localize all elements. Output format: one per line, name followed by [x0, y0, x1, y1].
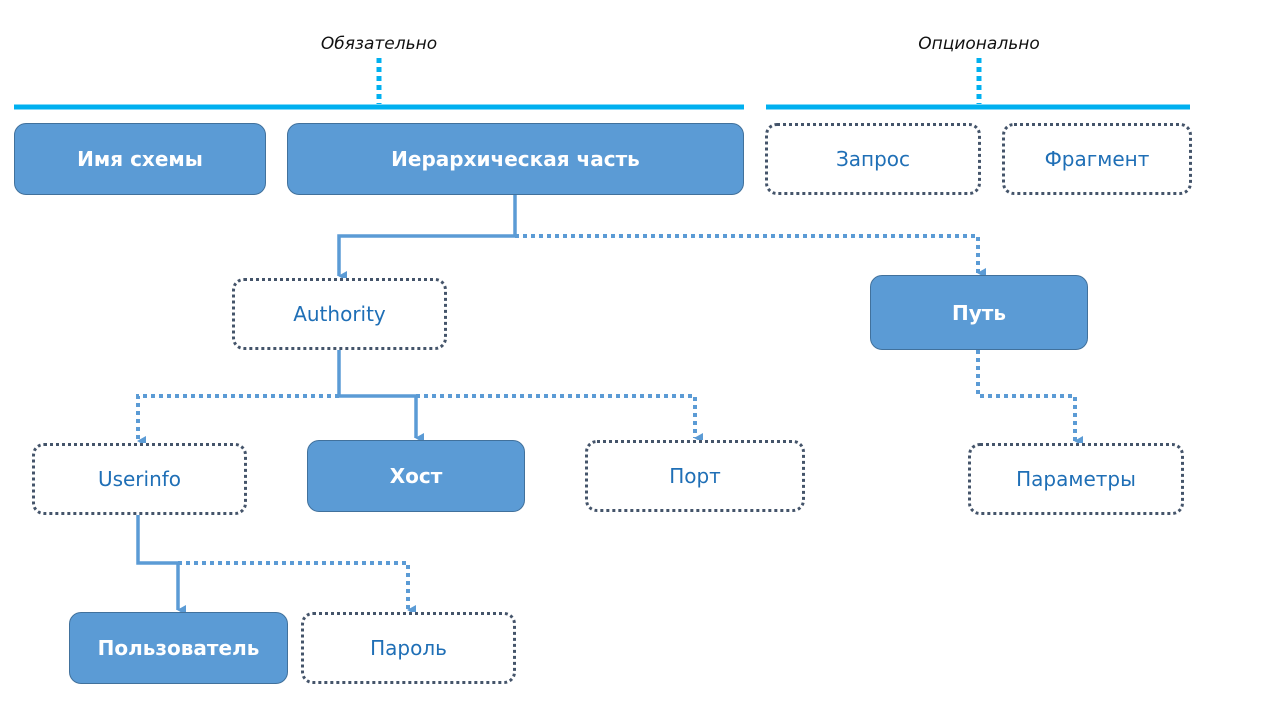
node-label: Порт — [669, 464, 721, 488]
node-label: Иерархическая часть — [391, 147, 640, 171]
node-label: Фрагмент — [1044, 147, 1150, 171]
optional-group-label: Опционально — [918, 34, 1040, 54]
node-password: Пароль — [301, 612, 516, 684]
node-fragment: Фрагмент — [1002, 123, 1192, 195]
node-scheme-name: Имя схемы — [14, 123, 266, 195]
node-parameters: Параметры — [968, 443, 1184, 515]
required-group-label: Обязательно — [320, 34, 438, 54]
node-label: Пароль — [370, 636, 447, 660]
node-label: Userinfo — [97, 467, 182, 491]
node-path: Путь — [870, 275, 1088, 350]
edge-authority-port — [416, 394, 703, 443]
edge-hier-path — [515, 234, 986, 278]
node-label: Хост — [389, 464, 443, 488]
node-label: Путь — [951, 300, 1006, 325]
node-user: Пользователь — [69, 612, 288, 684]
node-port: Порт — [585, 440, 805, 512]
node-userinfo: Userinfo — [32, 443, 247, 515]
node-label: Authority — [293, 302, 386, 326]
node-authority: Authority — [232, 278, 447, 350]
node-label: Имя схемы — [77, 147, 203, 171]
node-host: Хост — [307, 440, 525, 512]
node-query: Запрос — [765, 123, 981, 195]
edge-hier-authority — [337, 195, 517, 281]
edge-authority-userinfo — [136, 394, 339, 446]
node-label: Параметры — [1016, 467, 1136, 491]
edge-authority-host — [337, 350, 424, 443]
edge-userinfo-user — [136, 515, 186, 615]
edge-userinfo-password — [178, 561, 416, 615]
node-label: Запрос — [835, 147, 911, 171]
node-label: Пользователь — [97, 636, 260, 660]
node-hierarchical-part: Иерархическая часть — [287, 123, 744, 195]
edge-path-params — [976, 350, 1083, 446]
